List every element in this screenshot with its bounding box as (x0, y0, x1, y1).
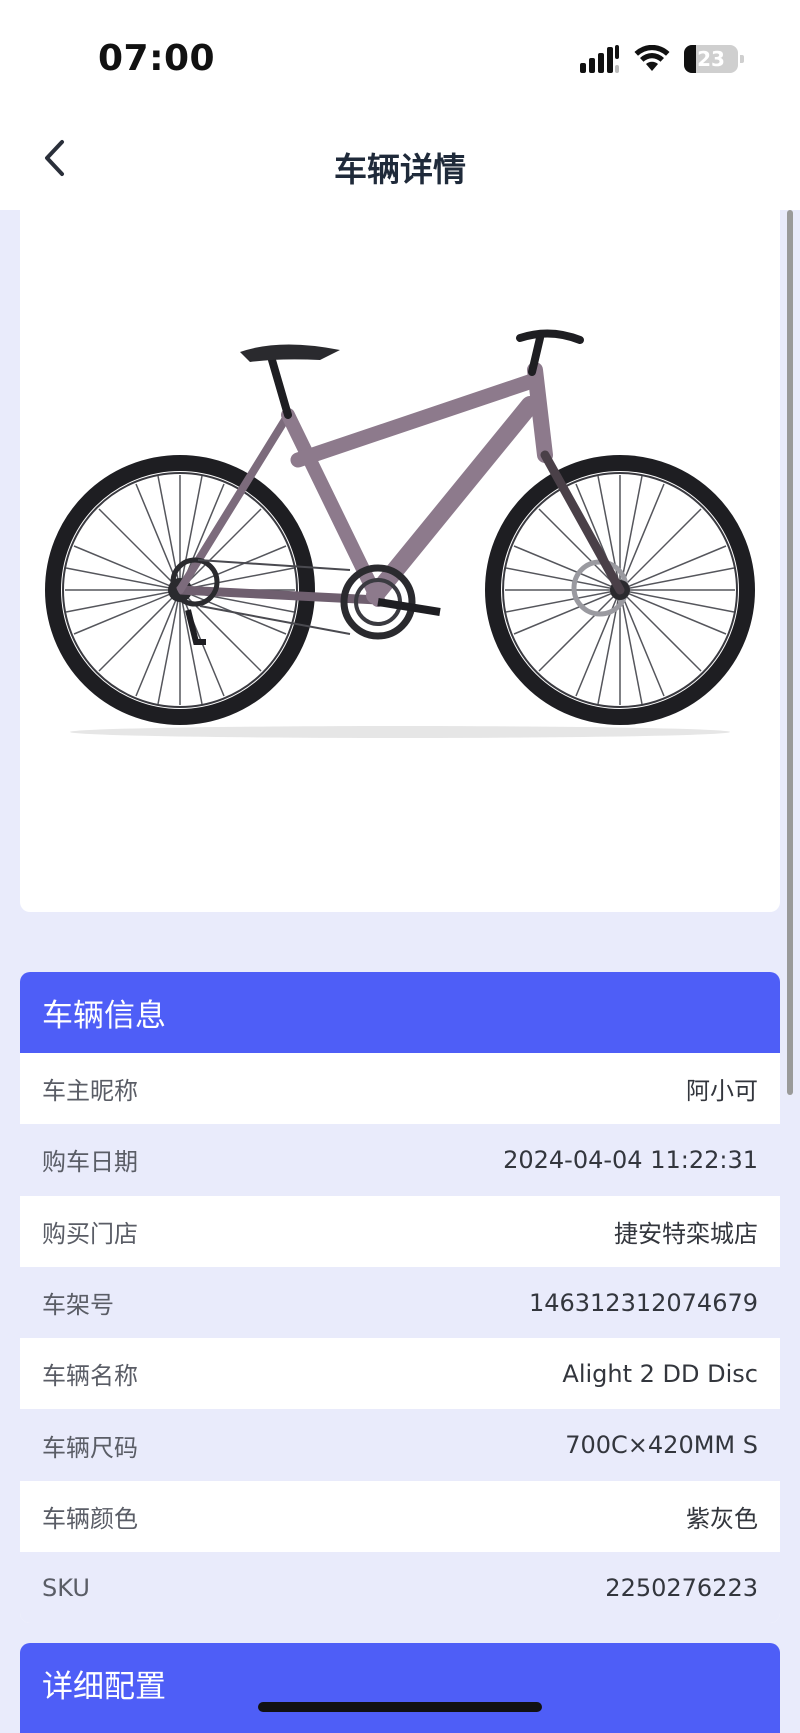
wifi-icon (634, 45, 670, 71)
info-row-purchase-store: 购买门店 捷安特栾城店 (20, 1195, 780, 1267)
info-value: 2024-04-04 11:22:31 (503, 1145, 758, 1174)
bicycle-image (45, 329, 755, 738)
page-title: 车辆详情 (334, 150, 466, 189)
status-time: 07:00 (98, 38, 216, 79)
info-value: 700C×420MM S (565, 1431, 758, 1460)
info-label: 车辆尺码 (42, 1433, 138, 1462)
vehicle-info-card: 车辆信息 车主昵称 阿小可 购车日期 2024-04-04 11:22:31 购… (20, 972, 780, 1624)
battery-icon: 23 (684, 45, 744, 73)
info-row-sku: SKU 2250276223 (20, 1552, 780, 1624)
nav-bar: 车辆详情 (0, 115, 800, 210)
info-row-frame-number: 车架号 146312312074679 (20, 1266, 780, 1339)
cellular-signal-icon (580, 45, 619, 73)
status-icons: 23 (580, 44, 744, 74)
info-value: Alight 2 DD Disc (562, 1359, 758, 1388)
info-label: 购车日期 (42, 1148, 138, 1177)
vehicle-info-list: 车主昵称 阿小可 购车日期 2024-04-04 11:22:31 购买门店 捷… (20, 1053, 780, 1624)
info-label: SKU (42, 1573, 90, 1602)
info-value: 阿小可 (686, 1077, 758, 1106)
info-label: 车架号 (42, 1291, 114, 1320)
status-bar: 07:00 23 (0, 0, 800, 115)
content-area[interactable]: 车辆信息 车主昵称 阿小可 购车日期 2024-04-04 11:22:31 购… (0, 210, 800, 1733)
info-value: 2250276223 (605, 1573, 758, 1602)
info-row-owner-nickname: 车主昵称 阿小可 (20, 1053, 780, 1125)
product-image-card (20, 210, 780, 912)
screen: 07:00 23 车辆详情 车辆信息 车主昵称 阿小可 购车日期 2024-04… (0, 0, 800, 1733)
info-row-vehicle-color: 车辆颜色 紫灰色 (20, 1480, 780, 1553)
scrollbar[interactable] (787, 210, 793, 1095)
bicycle-frame (175, 329, 625, 607)
info-row-vehicle-size: 车辆尺码 700C×420MM S (20, 1409, 780, 1481)
info-label: 车辆颜色 (42, 1504, 138, 1533)
detail-config-card[interactable]: 详细配置 (20, 1643, 780, 1733)
home-indicator[interactable] (258, 1702, 542, 1712)
info-label: 车主昵称 (42, 1077, 138, 1106)
battery-level: 23 (697, 47, 725, 71)
battery-cap (740, 55, 744, 63)
vehicle-info-header: 车辆信息 (20, 972, 780, 1053)
info-row-vehicle-name: 车辆名称 Alight 2 DD Disc (20, 1338, 780, 1410)
info-value: 捷安特栾城店 (614, 1219, 758, 1248)
info-row-purchase-date: 购车日期 2024-04-04 11:22:31 (20, 1124, 780, 1196)
info-value: 紫灰色 (686, 1504, 758, 1533)
info-value: 146312312074679 (528, 1288, 758, 1317)
info-label: 购买门店 (42, 1219, 138, 1248)
info-label: 车辆名称 (42, 1362, 138, 1391)
